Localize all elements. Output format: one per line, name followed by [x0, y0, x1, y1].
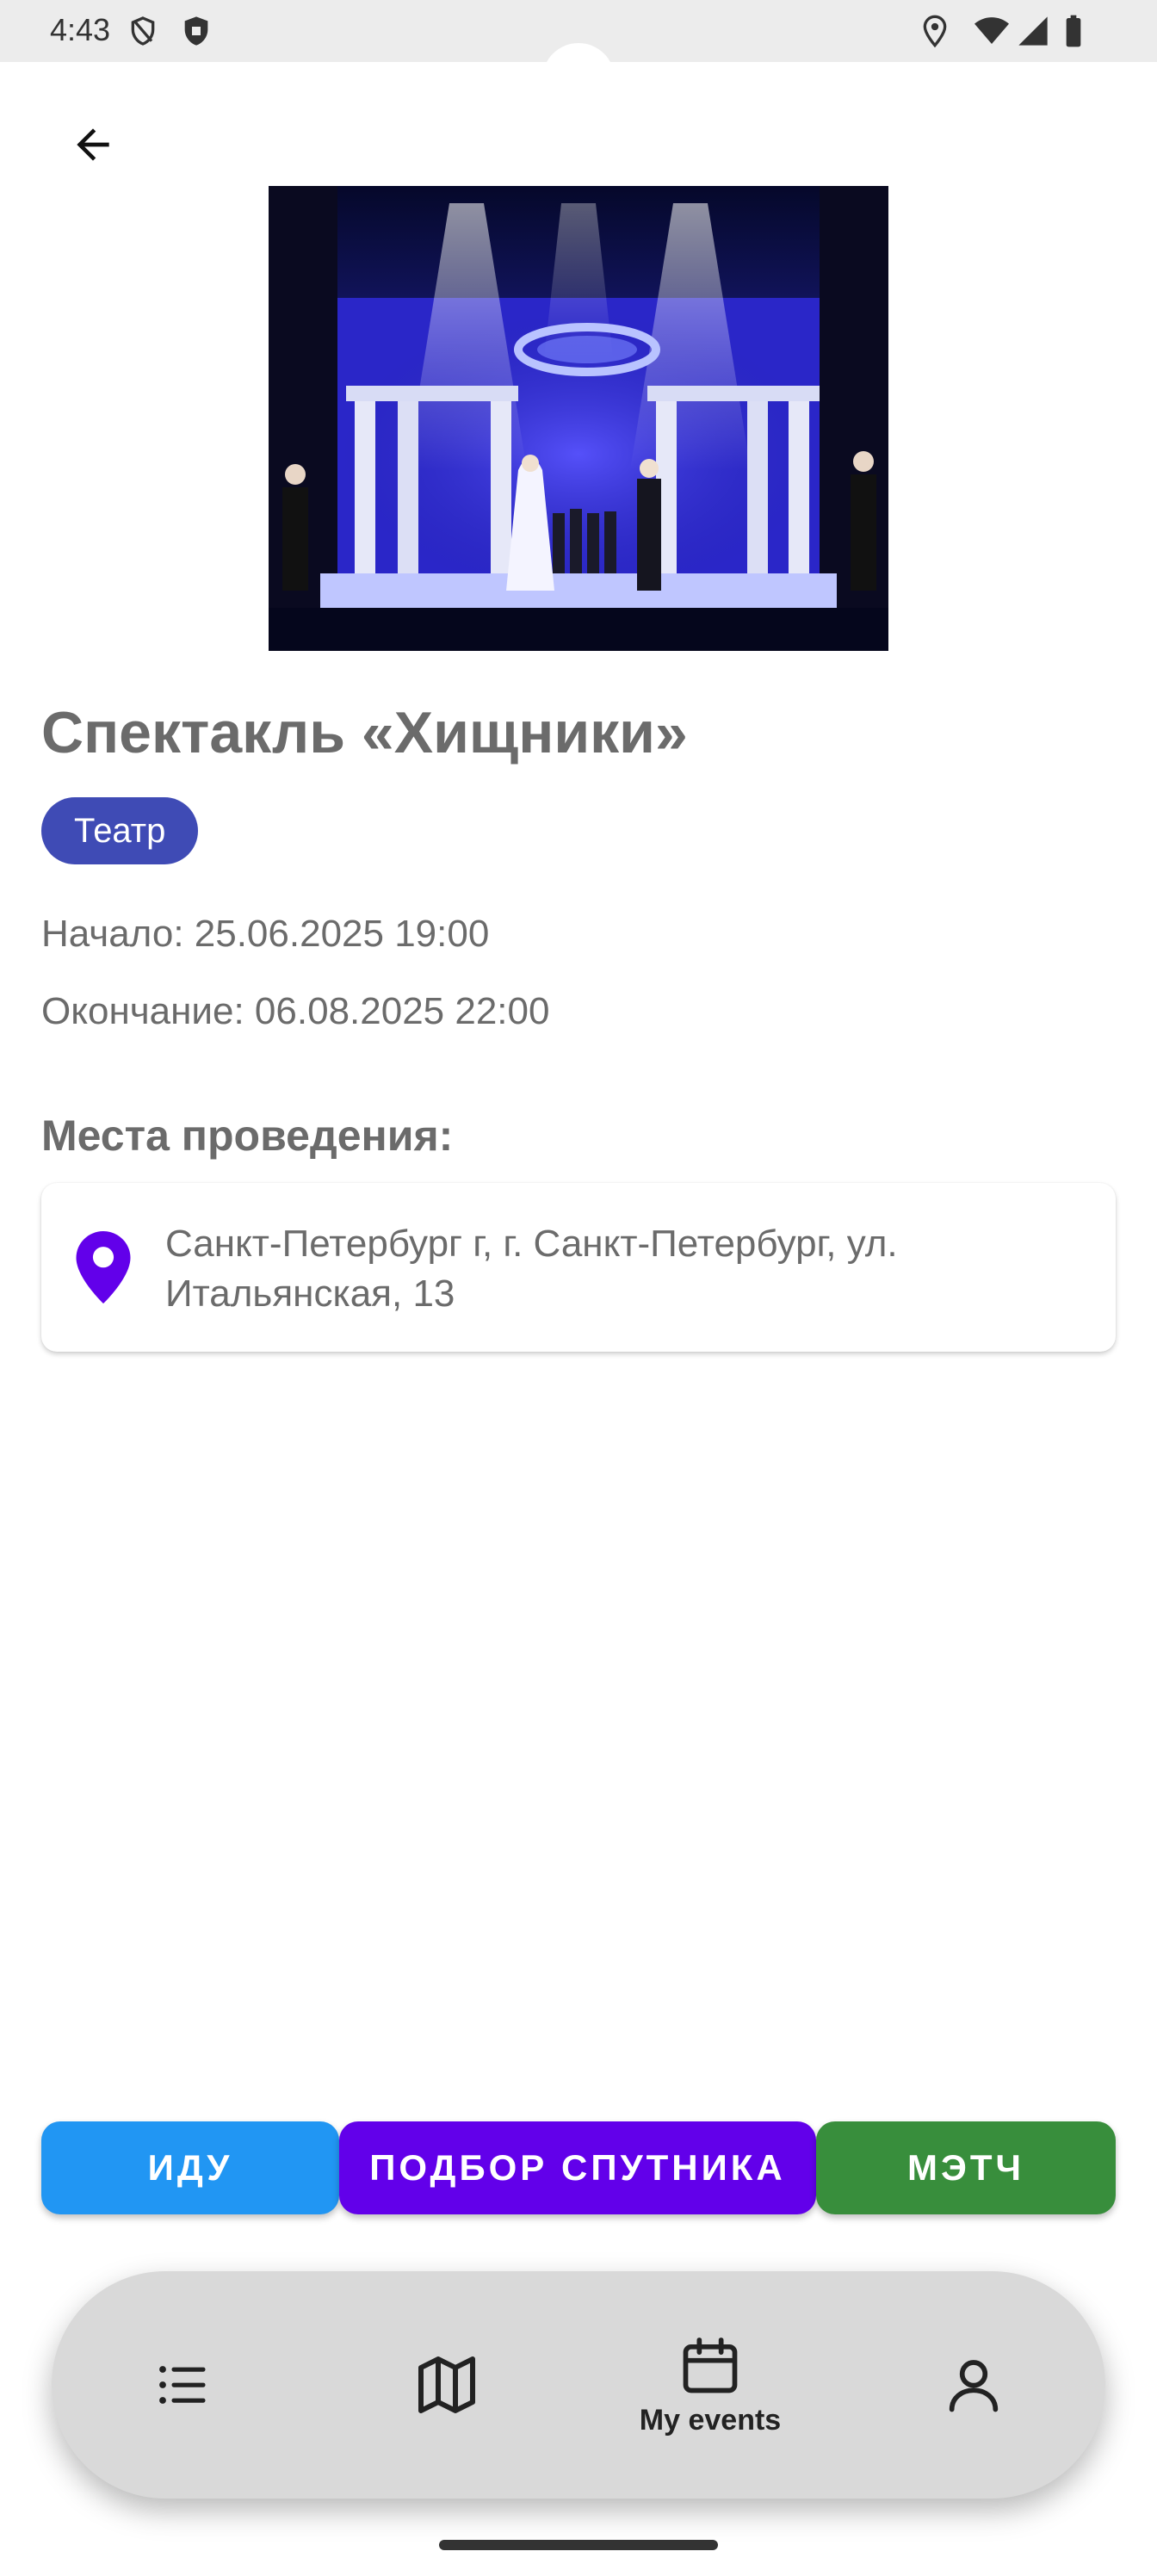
- nav-item-map[interactable]: [361, 2271, 533, 2499]
- category-chip[interactable]: Театр: [41, 797, 199, 864]
- map-icon: [418, 2356, 475, 2413]
- back-button[interactable]: [59, 110, 127, 179]
- venues-heading: Места проведения:: [41, 1112, 454, 1160]
- nav-item-events-list[interactable]: [97, 2271, 269, 2499]
- venue-address: Санкт-Петербург г, г. Санкт-Петербург, у…: [165, 1223, 898, 1315]
- list-icon: [159, 2366, 206, 2404]
- shield-icon: [184, 16, 208, 46]
- event-title: Спектакль «Хищники»: [41, 700, 688, 765]
- start-date: Начало: 25.06.2025 19:00: [41, 913, 490, 955]
- companion-search-button[interactable]: ПОДБОР СПУТНИКА: [339, 2121, 816, 2214]
- location-status-icon: [923, 15, 947, 48]
- signal-icon: [1018, 16, 1048, 46]
- battery-icon: [1066, 15, 1081, 47]
- shield-outline-icon: [131, 16, 155, 46]
- wifi-icon: [974, 17, 1009, 44]
- nav-item-my-events[interactable]: My events: [624, 2271, 796, 2499]
- bottom-navigation: My events: [52, 2271, 1105, 2499]
- status-time: 4:43: [50, 12, 111, 47]
- match-button[interactable]: МЭТЧ: [816, 2121, 1116, 2214]
- theatre-stage-illustration: [269, 186, 888, 651]
- home-indicator[interactable]: [439, 2540, 718, 2550]
- calendar-icon: [683, 2337, 738, 2393]
- back-arrow-icon: [77, 128, 109, 161]
- nav-item-profile[interactable]: [888, 2271, 1060, 2499]
- location-pin-icon: [76, 1231, 131, 1303]
- person-icon: [949, 2360, 999, 2412]
- venue-card[interactable]: Санкт-Петербург г, г. Санкт-Петербург, у…: [41, 1183, 1116, 1352]
- event-image: [269, 186, 888, 651]
- nav-label-my-events: My events: [639, 2403, 782, 2437]
- end-date: Окончание: 06.08.2025 22:00: [41, 990, 550, 1032]
- go-button[interactable]: ИДУ: [41, 2121, 339, 2214]
